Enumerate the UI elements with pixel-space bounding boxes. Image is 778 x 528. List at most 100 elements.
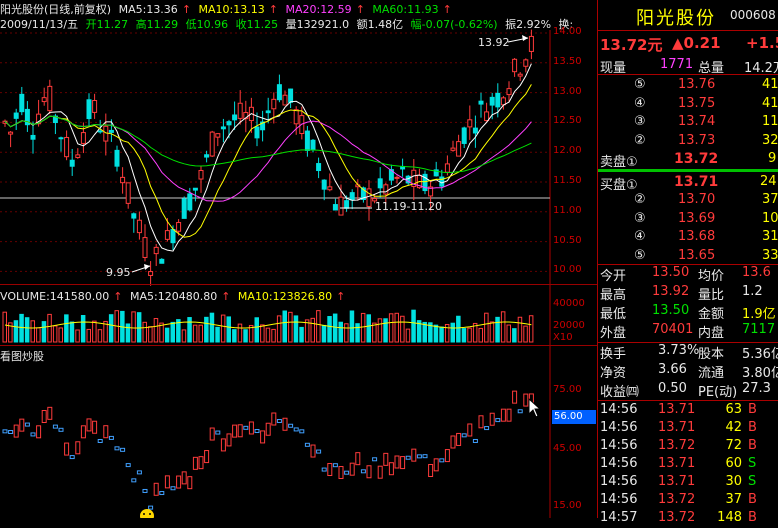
volume-bar	[461, 328, 467, 343]
indicator-box	[310, 444, 316, 458]
tick-row: 14:56 13.71 30 S	[598, 473, 778, 492]
price-axis-label: 11.50	[553, 175, 582, 186]
indicator-box	[321, 467, 327, 472]
indicator-box	[394, 455, 400, 469]
indicator-box	[439, 458, 445, 463]
volume-bar	[108, 314, 114, 343]
tick-time: 14:56	[600, 474, 638, 489]
volume-bar	[405, 328, 411, 343]
volume-bar	[64, 314, 69, 343]
candle-body	[484, 111, 490, 122]
candle-body	[304, 130, 310, 151]
candle-body	[114, 149, 120, 167]
buy-price: 13.65	[678, 247, 716, 263]
indicator-box	[372, 457, 378, 462]
price-axis-label: 13.00	[553, 85, 582, 97]
volume-bar	[125, 323, 131, 343]
candle-body	[316, 163, 322, 172]
volume-bar	[80, 315, 86, 343]
stat-value: 5.36亿	[742, 347, 778, 362]
price-axis-label: 11.00	[553, 204, 582, 216]
buy-volume: 31	[762, 229, 778, 244]
indicator-box	[142, 488, 148, 493]
candle-body	[181, 198, 187, 219]
candle-body	[58, 137, 64, 140]
tick-row: 14:56 13.72 37 B	[598, 491, 778, 510]
volume-bar	[220, 314, 226, 343]
volume-bar	[377, 318, 383, 343]
tick-volume: 60	[725, 456, 742, 471]
volume-bar	[388, 313, 394, 343]
buy-row: ④ 13.68 31	[598, 228, 778, 247]
candle-body	[489, 96, 495, 106]
volume-bar	[282, 310, 287, 343]
tick-side: S	[748, 474, 757, 489]
stat-label: 外盘	[600, 326, 627, 341]
stat-label: 量比	[698, 288, 725, 303]
candle-body	[394, 176, 400, 179]
price-axis-label: 13.50	[553, 55, 582, 67]
stat-label: 净资	[600, 366, 627, 381]
stat-label: 内盘	[698, 326, 725, 341]
sell-level: ②	[634, 132, 646, 148]
volume-bar	[332, 313, 338, 343]
stat-value: 3.66	[658, 362, 687, 377]
quote-panel: 阳光股份 000608 13.72元 ▲0.21 +1.5 现量 1771 总量…	[597, 0, 778, 525]
stat-value: 3.80亿	[742, 366, 778, 381]
candle-body	[41, 97, 47, 103]
stat-label: 收益㈣	[600, 385, 640, 400]
volume-bar	[366, 314, 371, 343]
volume-bar	[355, 323, 360, 343]
tick-time: 14:56	[600, 438, 638, 453]
sell-price: 13.76	[678, 77, 716, 92]
indicator-box	[517, 409, 523, 414]
volume-bar	[97, 329, 103, 343]
indicator-title: 看图炒股	[0, 350, 44, 363]
volume-bar	[439, 326, 444, 343]
indicator-box	[461, 433, 467, 438]
candle-body	[349, 192, 355, 201]
tick-price: 13.71	[658, 474, 696, 489]
indicator-box	[338, 466, 344, 480]
indicator-box	[220, 438, 226, 452]
candle-body	[478, 100, 484, 105]
volume-bar	[344, 323, 349, 343]
price-axis-label: 10.50	[553, 234, 582, 246]
buy-price: 13.70	[678, 192, 716, 207]
indicator-box	[265, 422, 271, 436]
volume-bar	[372, 322, 377, 343]
price-change: ▲0.21	[672, 34, 721, 52]
candle-body	[136, 219, 142, 234]
volume-bar	[506, 324, 511, 343]
volume-bar	[411, 309, 416, 343]
indicator-box	[512, 390, 518, 404]
indicator-box	[416, 454, 422, 459]
stat-value: 13.6	[742, 265, 771, 280]
buy-price: 13.68	[678, 229, 716, 244]
buy-row: ③ 13.69 10	[598, 210, 778, 229]
tick-side: B	[748, 402, 757, 417]
volume-bar	[338, 321, 343, 343]
volume-bar	[226, 316, 231, 343]
current-price: 13.72元	[600, 36, 663, 54]
indicator-value-marker: 56.00	[552, 410, 596, 424]
volume-bar	[187, 317, 192, 343]
tick-row: 14:56 13.71 42 B	[598, 419, 778, 438]
tick-side: B	[748, 492, 757, 507]
tick-price: 13.71	[658, 456, 696, 471]
indicator-box	[383, 452, 389, 466]
tick-price: 13.72	[658, 438, 696, 453]
indicator-box	[260, 430, 266, 444]
indicator-box	[209, 427, 215, 441]
high-annotation: 13.92	[478, 36, 510, 49]
stat-row: 今开 13.50 均价 13.6	[598, 264, 778, 284]
kline-chart[interactable]: 阳光股份(日线,前复权) MA5:13.36 ↑ MA10:13.13 ↑ MA20…	[0, 0, 597, 518]
candle-body	[495, 92, 501, 108]
candle-body	[327, 186, 333, 191]
vol-ma5-label: MA5:120480.80	[129, 290, 218, 303]
indicator-box	[433, 458, 439, 472]
candle-body	[209, 131, 215, 157]
stat-label: 金额	[698, 307, 725, 322]
indicator-box	[282, 417, 288, 431]
volume-bar	[92, 320, 97, 343]
